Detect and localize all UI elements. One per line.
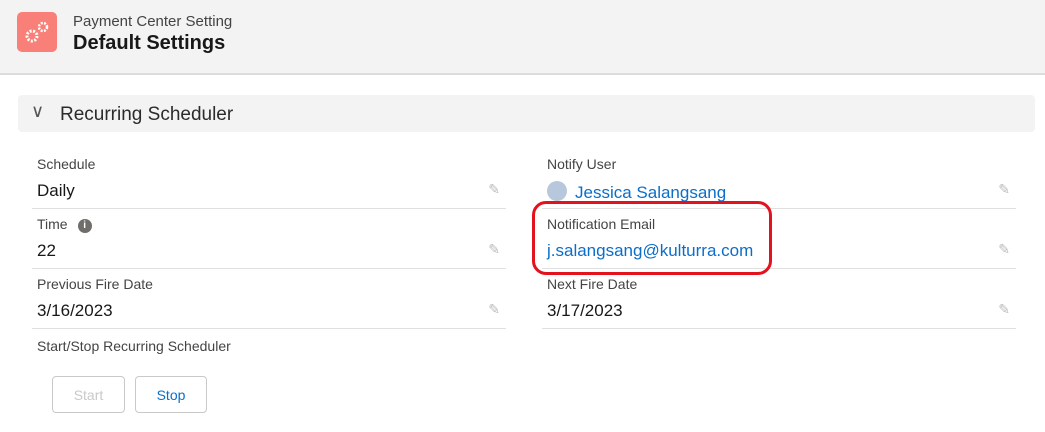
field-value: Daily — [37, 181, 75, 200]
user-avatar-icon — [547, 181, 567, 201]
field-label: Previous Fire Date — [37, 276, 153, 292]
field-value: 3/16/2023 — [37, 301, 113, 320]
pencil-edit-icon[interactable]: ✎ — [488, 181, 500, 198]
settings-gears-icon — [17, 12, 57, 52]
field-label: Time — [37, 216, 68, 232]
page-header: Payment Center Setting Default Settings — [0, 0, 1045, 75]
highlight-annotation — [532, 201, 772, 275]
field-notify-user: Notify User Jessica Salangsang ✎ — [542, 148, 1016, 209]
info-icon[interactable]: i — [77, 219, 92, 233]
field-time: Time i 22 ✎ — [32, 208, 506, 269]
start-stop-label: Start/Stop Recurring Scheduler — [37, 338, 231, 354]
page-title: Default Settings — [73, 32, 226, 54]
field-label: Notify User — [547, 156, 617, 172]
field-value: 3/17/2023 — [547, 301, 623, 320]
pencil-edit-icon[interactable]: ✎ — [998, 241, 1010, 258]
field-value: 22 — [37, 241, 56, 260]
pencil-edit-icon[interactable]: ✎ — [488, 241, 500, 258]
chevron-down-icon: ∨ — [31, 101, 45, 121]
notify-user-link[interactable]: Jessica Salangsang — [575, 183, 726, 202]
pencil-edit-icon[interactable]: ✎ — [998, 181, 1010, 198]
field-schedule: Schedule Daily ✎ — [32, 148, 506, 209]
field-previous-fire-date: Previous Fire Date 3/16/2023 ✎ — [32, 268, 506, 329]
section-recurring-scheduler[interactable]: ∨ Recurring Scheduler — [18, 95, 1035, 132]
field-next-fire-date: Next Fire Date 3/17/2023 ✎ — [542, 268, 1016, 329]
page-subtitle: Payment Center Setting — [73, 13, 233, 30]
field-label: Next Fire Date — [547, 276, 638, 292]
stop-button[interactable]: Stop — [135, 376, 207, 413]
start-button[interactable]: Start — [52, 376, 125, 413]
pencil-edit-icon[interactable]: ✎ — [998, 301, 1010, 318]
field-label: Schedule — [37, 156, 96, 172]
pencil-edit-icon[interactable]: ✎ — [488, 301, 500, 318]
section-title: Recurring Scheduler — [60, 104, 234, 125]
